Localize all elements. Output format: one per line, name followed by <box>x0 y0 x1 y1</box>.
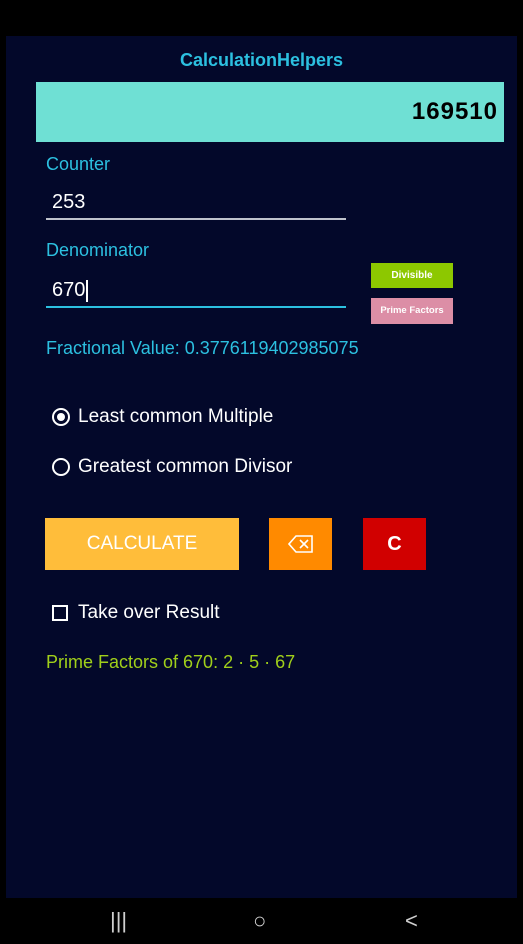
radio-unchecked-icon <box>52 458 70 476</box>
lcm-option[interactable]: Least common Multiple <box>52 406 273 428</box>
counter-value: 253 <box>52 191 86 213</box>
back-icon[interactable]: < <box>405 908 418 934</box>
prime-factors-result: Prime Factors of 670: 2 · 5 · 67 <box>46 652 296 672</box>
text-cursor <box>86 279 89 302</box>
divisible-button[interactable]: Divisible <box>371 263 453 288</box>
gcd-option[interactable]: Greatest common Divisor <box>52 456 292 478</box>
counter-label: Counter <box>46 154 111 174</box>
counter-input[interactable]: 253 <box>46 182 346 220</box>
backspace-button[interactable] <box>269 518 332 570</box>
radio-checked-icon <box>52 408 70 426</box>
clear-label: C <box>387 532 402 555</box>
home-icon[interactable]: ○ <box>253 908 266 934</box>
backspace-icon <box>287 535 313 553</box>
status-bar <box>0 0 523 36</box>
recents-icon[interactable]: ||| <box>110 908 127 934</box>
app-screen: CalculationHelpers 169510 Counter 253 De… <box>6 36 517 898</box>
calculate-label: CALCULATE <box>86 533 198 554</box>
gcd-label: Greatest common Divisor <box>78 456 293 477</box>
checkbox-icon <box>52 605 68 621</box>
denominator-input[interactable]: 670 <box>46 270 346 308</box>
lcm-label: Least common Multiple <box>78 406 274 427</box>
calculate-button[interactable]: CALCULATE <box>45 518 239 570</box>
denominator-value: 670 <box>52 279 86 301</box>
result-display: 169510 <box>36 82 504 142</box>
app-title: CalculationHelpers <box>179 50 344 70</box>
denominator-label: Denominator <box>46 240 150 260</box>
take-over-label: Take over Result <box>78 602 220 623</box>
take-over-result-checkbox[interactable]: Take over Result <box>52 602 220 624</box>
fractional-value: Fractional Value: 0.3776119402985075 <box>46 338 359 358</box>
prime-factors-button[interactable]: Prime Factors <box>371 298 453 324</box>
navigation-bar: ||| ○ < <box>0 898 523 944</box>
clear-button[interactable]: C <box>363 518 426 570</box>
